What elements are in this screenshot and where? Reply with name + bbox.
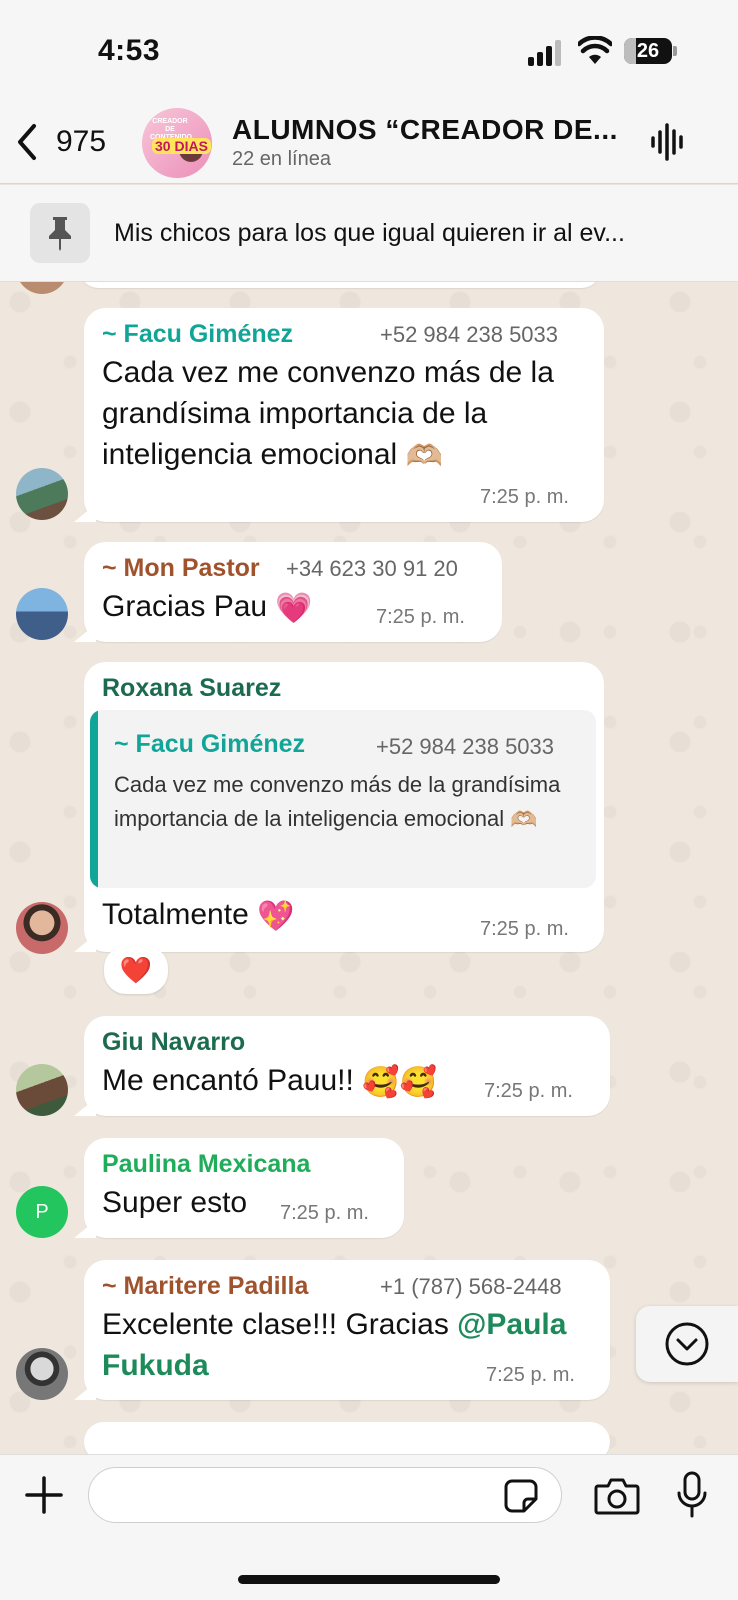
emoji: 💖 xyxy=(257,899,295,933)
quote-sender-name: ~ Facu Giménez xyxy=(114,730,306,758)
plus-icon[interactable] xyxy=(24,1475,64,1515)
message-text: Gracias Pau 💗 xyxy=(102,586,313,629)
pin-icon-box xyxy=(30,203,90,263)
battery-percent: 26 xyxy=(636,40,660,62)
emoji: 💗 xyxy=(275,591,313,625)
message-bubble[interactable]: ~ Facu Giménez +52 984 238 5033 Cada vez… xyxy=(84,308,604,522)
message-bubble[interactable]: Giu Navarro Me encantó Pauu!! 🥰🥰 7:25 p.… xyxy=(84,1016,610,1116)
message-bubble[interactable]: ~ Maritere Padilla +1 (787) 568-2448 Exc… xyxy=(84,1260,610,1400)
reaction-badge[interactable]: ❤️ xyxy=(104,946,168,994)
group-avatar[interactable]: CREADOR DE CONTENIDO EN 30 DIAS xyxy=(142,108,212,178)
battery-nub xyxy=(673,46,677,56)
status-bar: 4:53 26 xyxy=(0,0,738,100)
cellular-signal-icon xyxy=(528,40,564,66)
sender-name[interactable]: Roxana Suarez xyxy=(102,674,281,703)
chevron-down-circle-icon xyxy=(665,1322,709,1366)
message-text: Totalmente 💖 xyxy=(102,894,294,937)
home-indicator xyxy=(238,1575,500,1584)
sender-phone: +52 984 238 5033 xyxy=(380,322,559,347)
microphone-icon[interactable] xyxy=(676,1471,708,1519)
message-time: 7:25 p. m. xyxy=(486,1364,575,1386)
unread-count: 975 xyxy=(56,125,107,158)
message-bubble-partial[interactable] xyxy=(84,1422,610,1454)
sender-phone: +34 623 30 91 20 xyxy=(286,556,458,581)
group-title[interactable]: ALUMNOS “CREADOR DE... xyxy=(232,114,618,146)
avatar[interactable] xyxy=(16,1348,68,1400)
message-bubble[interactable]: Roxana Suarez ~ Facu Giménez +52 984 238… xyxy=(84,662,604,952)
message-bubble-partial[interactable] xyxy=(80,282,600,288)
message-input-bar xyxy=(0,1454,738,1600)
avatar xyxy=(16,282,68,294)
message-time: 7:25 p. m. xyxy=(480,918,569,940)
quote-accent-bar xyxy=(90,710,98,888)
chevron-left-icon xyxy=(18,124,36,160)
message-text: Me encantó Pauu!! 🥰🥰 xyxy=(102,1060,437,1103)
quote-text: Cada vez me convenzo más de la grandísim… xyxy=(114,768,582,837)
pinned-message-banner[interactable]: Mis chicos para los que igual quieren ir… xyxy=(0,185,738,281)
sender-name[interactable]: ~ Facu Giménez xyxy=(102,320,293,349)
quoted-message[interactable]: ~ Facu Giménez +52 984 238 5033 Cada vez… xyxy=(90,710,596,888)
sender-name[interactable]: Paulina Mexicana xyxy=(102,1150,310,1179)
chat-header: 975 CREADOR DE CONTENIDO EN 30 DIAS ALUM… xyxy=(0,100,738,184)
emoji: 🫶🏼 xyxy=(510,807,538,833)
group-avatar-number: 30 DIAS xyxy=(152,138,211,154)
message-time: 7:25 p. m. xyxy=(280,1202,369,1224)
message-bubble[interactable]: ~ Mon Pastor +34 623 30 91 20 Gracias Pa… xyxy=(84,542,502,642)
heart-reaction-icon: ❤️ xyxy=(119,954,153,985)
message-text: Cada vez me convenzo más de la grandísim… xyxy=(102,352,592,477)
message-time: 7:25 p. m. xyxy=(376,606,465,628)
scroll-to-bottom-button[interactable] xyxy=(636,1306,738,1382)
sender-name[interactable]: ~ Maritere Padilla xyxy=(102,1272,308,1301)
emoji: 🫶🏼 xyxy=(405,439,443,473)
sticker-icon[interactable] xyxy=(504,1479,538,1513)
pinned-message-text: Mis chicos para los que igual quieren ir… xyxy=(114,219,625,247)
message-bubble[interactable]: Paulina Mexicana Super esto 7:25 p. m. xyxy=(84,1138,404,1238)
avatar-initial[interactable]: P xyxy=(16,1186,68,1238)
sender-name[interactable]: Giu Navarro xyxy=(102,1028,245,1057)
avatar[interactable] xyxy=(16,588,68,640)
message-input[interactable] xyxy=(88,1467,562,1523)
camera-icon[interactable] xyxy=(594,1477,640,1515)
message-text: Super esto xyxy=(102,1186,248,1219)
chat-messages[interactable]: ~ Facu Giménez +52 984 238 5033 Cada vez… xyxy=(0,282,738,1454)
battery-icon: 26 xyxy=(624,38,672,64)
sender-phone: +1 (787) 568-2448 xyxy=(380,1274,562,1299)
status-time: 4:53 xyxy=(98,34,161,67)
sender-name[interactable]: ~ Mon Pastor xyxy=(102,554,260,583)
pin-icon xyxy=(49,217,71,251)
wifi-icon xyxy=(578,36,612,64)
voice-chat-icon[interactable] xyxy=(650,122,686,162)
message-time: 7:25 p. m. xyxy=(484,1080,573,1102)
avatar[interactable] xyxy=(16,902,68,954)
emoji: 🥰🥰 xyxy=(362,1065,437,1099)
online-count: 22 en línea xyxy=(232,148,331,170)
avatar[interactable] xyxy=(16,468,68,520)
back-button[interactable]: 975 xyxy=(14,118,106,166)
avatar[interactable] xyxy=(16,1064,68,1116)
message-time: 7:25 p. m. xyxy=(480,486,569,508)
quote-sender-phone: +52 984 238 5033 xyxy=(376,734,555,759)
